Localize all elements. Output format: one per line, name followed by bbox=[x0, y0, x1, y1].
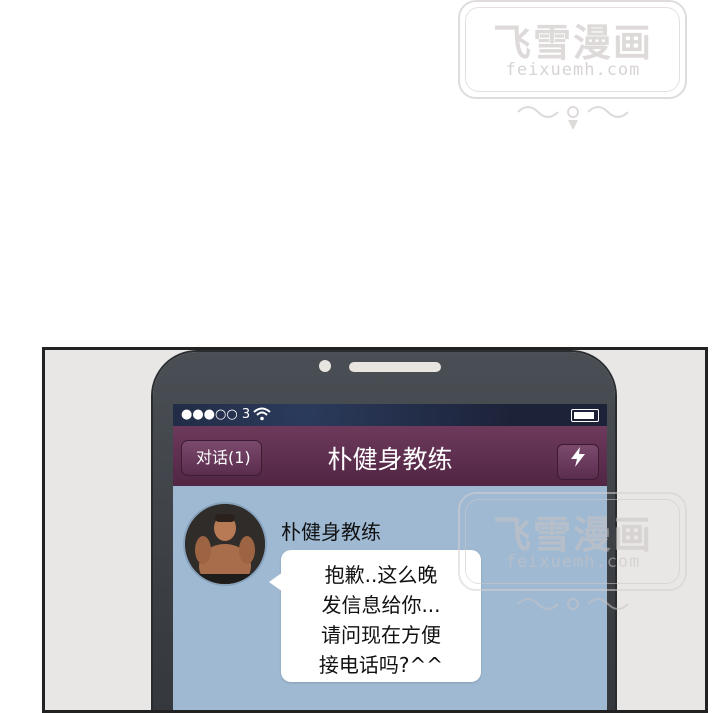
watermark-top: 飞雪漫画 feixuemh.com bbox=[448, 0, 698, 135]
message-line: 抱歉..这么晚 bbox=[324, 563, 438, 587]
phone: ●●●○○ 3 对话(1) 朴健身教练 朴健身教练 抱歉..这么晚 发信息给你.… bbox=[153, 352, 615, 710]
message-line: 发信息给你... bbox=[321, 593, 441, 617]
message-bubble: 抱歉..这么晚 发信息给你... 请问现在方便 接电话吗?^^ bbox=[269, 550, 481, 682]
lightning-icon[interactable] bbox=[557, 444, 599, 480]
sender-name: 朴健身教练 bbox=[281, 520, 381, 544]
flourish-ornament-icon bbox=[517, 106, 629, 130]
wifi-icon bbox=[253, 407, 271, 425]
status-bar: ●●●○○ 3 bbox=[173, 404, 607, 426]
watermark-frame bbox=[458, 0, 687, 99]
avatar[interactable] bbox=[185, 504, 265, 584]
phone-screen: ●●●○○ 3 对话(1) 朴健身教练 朴健身教练 抱歉..这么晚 发信息给你.… bbox=[173, 404, 607, 710]
message-line: 接电话吗?^^ bbox=[318, 653, 444, 677]
carrier-signal: ●●●○○ 3 bbox=[181, 407, 251, 422]
message-text: 抱歉..这么晚 发信息给你... 请问现在方便 接电话吗?^^ bbox=[281, 560, 481, 680]
speaker-grille bbox=[349, 362, 441, 372]
comic-panel: ●●●○○ 3 对话(1) 朴健身教练 朴健身教练 抱歉..这么晚 发信息给你.… bbox=[42, 347, 708, 713]
battery-icon bbox=[571, 409, 599, 422]
chat-nav-bar: 对话(1) 朴健身教练 bbox=[173, 426, 607, 486]
chat-content: 朴健身教练 抱歉..这么晚 发信息给你... 请问现在方便 接电话吗?^^ bbox=[173, 486, 607, 710]
message-line: 请问现在方便 bbox=[321, 623, 441, 647]
camera-icon bbox=[319, 360, 331, 372]
watermark-url: feixuemh.com bbox=[505, 60, 641, 80]
chat-title: 朴健身教练 bbox=[327, 445, 453, 474]
watermark-title: 飞雪漫画 bbox=[492, 21, 653, 65]
